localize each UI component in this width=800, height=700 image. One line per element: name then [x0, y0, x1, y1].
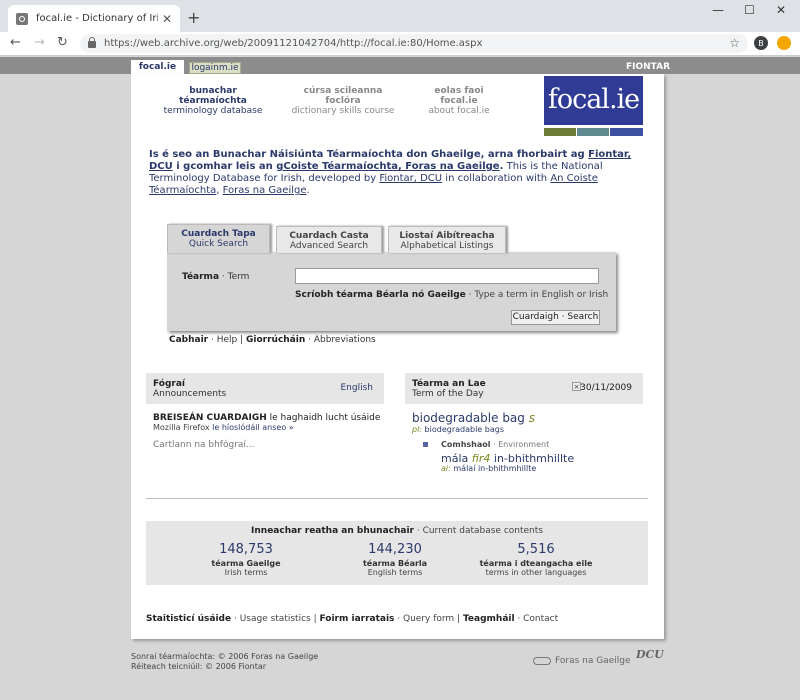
forward-icon[interactable]: → — [34, 35, 45, 50]
site-tab-logainm[interactable]: logainm.ie — [189, 62, 241, 74]
nav-about-focal[interactable]: eolas faoi focal.ie about focal.ie — [416, 86, 502, 116]
announcements-archive-link[interactable]: Cartlann na bhfógraí... — [153, 440, 255, 450]
stat-english-terms: 144,230 téarma Béarla English terms — [362, 542, 428, 577]
address-bar[interactable]: https://web.archive.org/web/200911210427… — [80, 34, 748, 53]
browser-toolbar: ← → ↻ https://web.archive.org/web/200911… — [0, 32, 800, 56]
firefox-download-link[interactable]: le híoslódáil anseo » — [212, 423, 294, 432]
copyright: Sonraí téarmaíochta: © 2006 Foras na Gae… — [131, 652, 319, 671]
nav-dictionary-skills[interactable]: cúrsa scileanna foclóra dictionary skill… — [285, 86, 401, 116]
search-button[interactable]: Cuardaigh · Search — [511, 310, 600, 325]
url-text: https://web.archive.org/web/200911210427… — [104, 38, 483, 49]
term-of-day-header: Téarma an Lae Term of the Day × 30/11/20… — [405, 373, 643, 404]
bookmark-star-icon[interactable]: ☆ — [729, 36, 740, 50]
profile-avatar[interactable]: B — [754, 36, 768, 50]
reload-icon[interactable]: ↻ — [57, 35, 68, 50]
usage-statistics-link[interactable]: Staitisticí úsáide · Usage statistics — [146, 614, 311, 624]
divider — [146, 498, 648, 499]
search-hint: Scríobh téarma Béarla nó Gaeilge · Type … — [295, 290, 609, 300]
logo-bar-teal — [577, 128, 609, 136]
site-tab-focal[interactable]: focal.ie — [131, 60, 184, 74]
abbreviations-link[interactable]: Giorrúcháin · Abbreviations — [246, 335, 376, 345]
help-link[interactable]: Cabhair · Help — [169, 335, 237, 345]
foras-mark-icon — [533, 656, 551, 665]
help-row: Cabhair · Help | Giorrúcháin · Abbreviat… — [169, 335, 376, 345]
link-fiontar-dcu-en[interactable]: Fiontar, DCU — [379, 173, 442, 184]
term-plural: pl: biodegradable bags — [412, 425, 504, 434]
logo-bar-green — [544, 128, 576, 136]
tab-quick-search[interactable]: Cuardach Tapa Quick Search — [167, 224, 270, 253]
browser-tabstrip: focal.ie - Dictionary of Irish Terms ✕ +… — [0, 0, 800, 32]
fiontar-link[interactable]: FIONTAR — [626, 62, 670, 72]
stat-other-languages: 5,516 téarma i dteangacha eile terms in … — [479, 542, 593, 577]
term-domain: Comhshaol · Environment — [441, 440, 550, 449]
footer-links: Staitisticí úsáide · Usage statistics | … — [146, 614, 559, 624]
contact-link[interactable]: Teagmháil · Contact — [463, 614, 558, 624]
announcement-item-detail: Mozilla Firefox le híoslódáil anseo » — [153, 423, 294, 432]
browser-tab-title: focal.ie - Dictionary of Irish Terms — [36, 13, 158, 24]
stats-title: Inneachar reatha an bhunachair · Current… — [251, 526, 543, 536]
new-tab-icon[interactable]: + — [187, 8, 200, 27]
favicon-icon — [16, 12, 28, 25]
site-top-bar — [0, 57, 800, 74]
link-foras-en[interactable]: Foras na Gaeilge — [223, 185, 307, 196]
term-of-day-date: 30/11/2009 — [580, 383, 632, 393]
intro-text: Is é seo an Bunachar Náisiúnta Téarmaíoc… — [149, 149, 632, 196]
announcements-english-link[interactable]: English — [341, 383, 374, 393]
database-stats: Inneachar reatha an bhunachair · Current… — [146, 521, 648, 585]
focal-logo[interactable]: focal.ie — [544, 76, 643, 125]
term-of-day-term[interactable]: biodegradable bag s — [412, 411, 535, 425]
close-tab-icon[interactable]: ✕ — [162, 12, 172, 26]
maximize-icon[interactable]: ☐ — [744, 3, 755, 17]
tab-alphabetical-listings[interactable]: Liostaí Aibítreacha Alphabetical Listing… — [388, 226, 506, 253]
window-close-icon[interactable]: ✕ — [776, 3, 786, 17]
query-form-link[interactable]: Foirm iarratais · Query form — [319, 614, 454, 624]
lock-icon — [88, 37, 96, 48]
logo-bar-blue — [610, 128, 643, 136]
stat-irish-terms: 148,753 téarma Gaeilge Irish terms — [211, 542, 281, 577]
tab-advanced-search[interactable]: Cuardach Casta Advanced Search — [276, 226, 382, 253]
term-label: Téarma · Term — [182, 272, 250, 282]
term-irish-plural: ai: málaí in-bhithmhillte — [441, 464, 537, 473]
term-input[interactable] — [295, 268, 599, 284]
link-coiste-ga[interactable]: gCoiste Téarmaíochta, Foras na Gaeilge — [276, 161, 499, 172]
back-icon[interactable]: ← — [10, 35, 21, 50]
minimize-icon[interactable]: — — [712, 3, 724, 17]
browser-tab[interactable]: focal.ie - Dictionary of Irish Terms ✕ — [8, 5, 180, 32]
domain-bullet-icon — [423, 442, 428, 447]
dcu-logo[interactable]: DCU — [636, 648, 664, 661]
foras-logo[interactable]: Foras na Gaeilge — [533, 656, 631, 666]
announcements-header: Fógraí Announcements English — [146, 373, 384, 404]
nav-terminology-database[interactable]: bunachar téarmaíochta terminology databa… — [158, 86, 268, 116]
announcement-item: BREISEÁN CUARDAIGH le haghaidh lucht úsá… — [153, 413, 381, 423]
extension-icon[interactable] — [777, 36, 791, 50]
